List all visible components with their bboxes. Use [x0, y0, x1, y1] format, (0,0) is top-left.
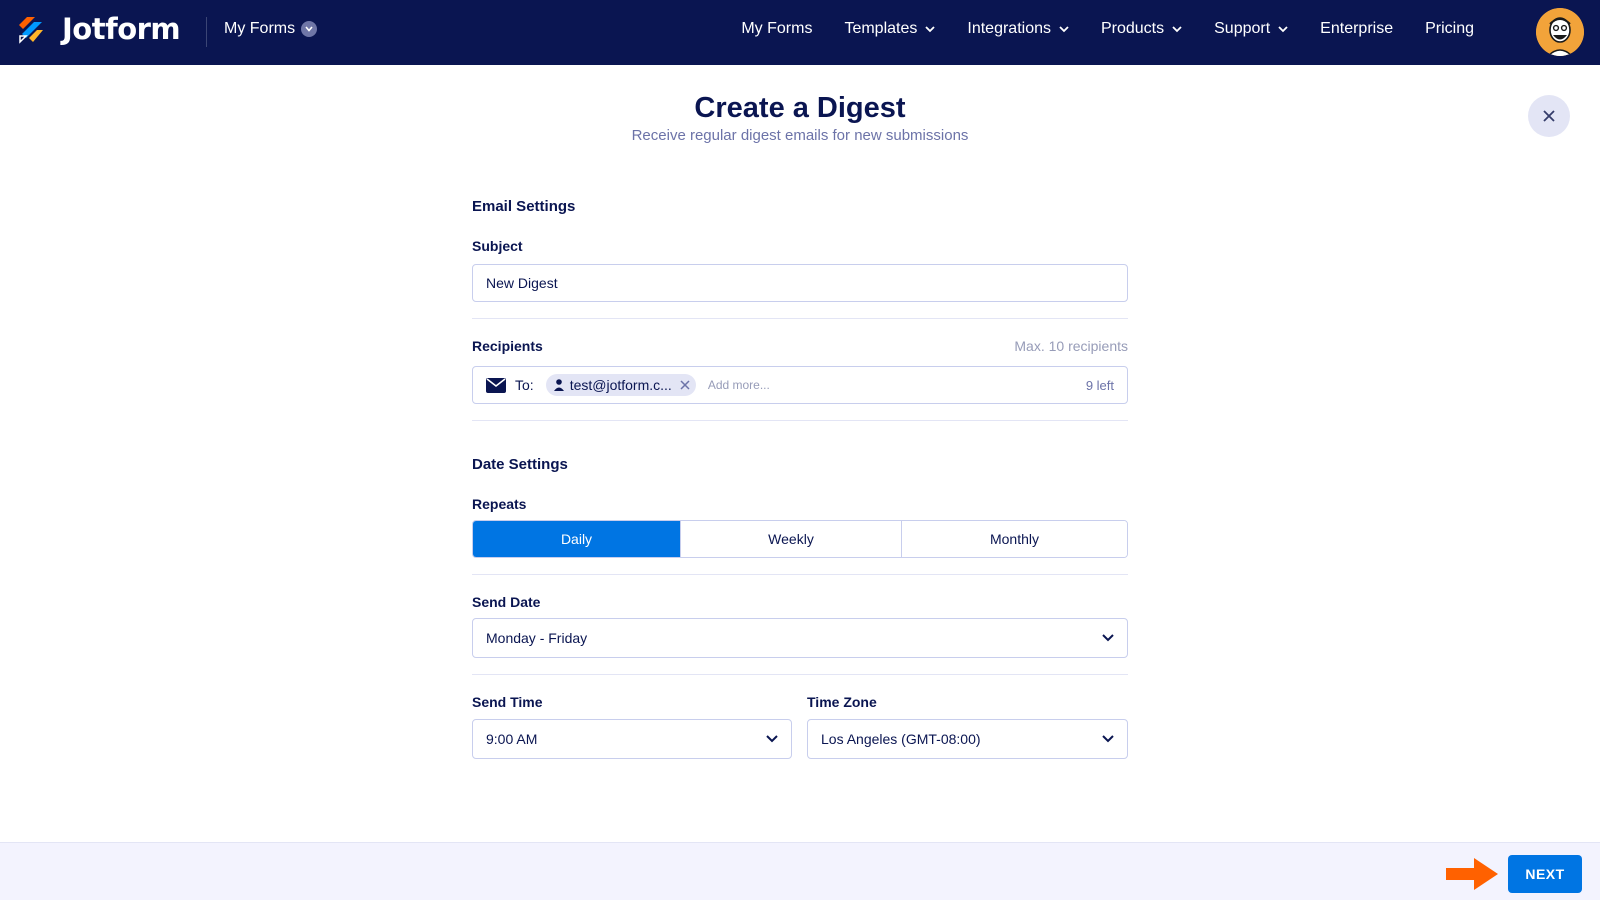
next-button[interactable]: NEXT [1508, 855, 1582, 893]
nav-templates-label: Templates [844, 20, 918, 37]
send-time-label: Send Time [472, 694, 543, 710]
nav-integrations[interactable]: Integrations [967, 20, 1069, 38]
chevron-down-icon [301, 21, 318, 37]
add-recipient-input[interactable]: Add more... [708, 378, 1086, 392]
my-forms-switcher[interactable]: My Forms [224, 20, 318, 38]
avatar-illustration-icon [1536, 8, 1584, 56]
chevron-down-icon [925, 25, 936, 32]
subject-input[interactable]: New Digest [472, 264, 1128, 302]
nav-support-label: Support [1214, 20, 1271, 37]
jotform-logo[interactable]: Jotform [16, 12, 181, 46]
close-button[interactable] [1528, 95, 1570, 137]
nav-pricing[interactable]: Pricing [1425, 20, 1474, 38]
remove-recipient-icon[interactable] [680, 380, 690, 390]
chevron-down-icon [1278, 25, 1288, 32]
subject-label: Subject [472, 238, 523, 254]
repeats-label: Repeats [472, 496, 527, 512]
chevron-down-icon [766, 735, 778, 743]
user-avatar[interactable] [1536, 8, 1584, 56]
subject-input-value: New Digest [486, 275, 558, 291]
chevron-down-icon [1172, 25, 1182, 32]
time-zone-value: Los Angeles (GMT-08:00) [821, 731, 981, 747]
to-label: To: [515, 377, 534, 393]
send-date-select[interactable]: Monday - Friday [472, 618, 1128, 658]
chevron-down-icon [1102, 735, 1114, 743]
jotform-logo-icon [19, 17, 43, 44]
modal-footer [0, 842, 1600, 900]
envelope-icon [486, 377, 506, 393]
nav-support[interactable]: Support [1214, 20, 1288, 38]
top-navbar: Jotform My Forms My Forms Templates Inte… [0, 0, 1600, 65]
recipients-hint: Max. 10 recipients [1014, 338, 1128, 354]
date-settings-title: Date Settings [472, 456, 568, 473]
send-date-value: Monday - Friday [486, 630, 588, 646]
nav-divider [206, 17, 207, 47]
nav-templates[interactable]: Templates [844, 20, 936, 38]
send-time-select[interactable]: 9:00 AM [472, 719, 792, 759]
recipient-chip[interactable]: test@jotform.c... [545, 374, 696, 396]
time-zone-select[interactable]: Los Angeles (GMT-08:00) [807, 719, 1128, 759]
repeat-weekly-option[interactable]: Weekly [680, 521, 901, 557]
page-subtitle: Receive regular digest emails for new su… [631, 127, 969, 144]
email-settings-title: Email Settings [472, 198, 576, 215]
recipient-email: test@jotform.c... [569, 377, 672, 393]
repeat-monthly-option[interactable]: Monthly [901, 521, 1127, 557]
send-date-label: Send Date [472, 594, 541, 610]
my-forms-switcher-label: My Forms [224, 20, 296, 37]
close-icon [1543, 110, 1555, 122]
main-nav: My Forms Templates Integrations Products… [709, 20, 1474, 38]
page-title: Create a Digest [694, 92, 906, 124]
nav-enterprise-label: Enterprise [1320, 20, 1394, 37]
nav-integrations-label: Integrations [967, 20, 1051, 37]
time-zone-label: Time Zone [807, 694, 877, 710]
recipients-remaining: 9 left [1085, 377, 1114, 393]
divider [472, 674, 1128, 675]
nav-products-label: Products [1100, 20, 1165, 37]
recipients-label: Recipients [472, 338, 543, 354]
divider [472, 318, 1128, 319]
arrow-right-icon [1446, 858, 1498, 890]
send-time-value: 9:00 AM [486, 731, 538, 747]
repeat-daily-option[interactable]: Daily [473, 521, 680, 557]
nav-products[interactable]: Products [1101, 20, 1182, 38]
nav-pricing-label: Pricing [1425, 20, 1474, 37]
brand-name: Jotform [62, 12, 181, 46]
recipients-field[interactable]: To: test@jotform.c... Add more... 9 left [472, 366, 1128, 404]
nav-my-forms[interactable]: My Forms [741, 20, 812, 38]
chevron-down-icon [1059, 25, 1069, 32]
nav-my-forms-label: My Forms [741, 20, 813, 37]
user-icon [553, 379, 564, 391]
nav-enterprise[interactable]: Enterprise [1320, 20, 1393, 38]
divider [472, 420, 1128, 421]
chevron-down-icon [1102, 634, 1114, 642]
repeats-segmented-control: Daily Weekly Monthly [472, 520, 1128, 558]
divider [472, 574, 1128, 575]
